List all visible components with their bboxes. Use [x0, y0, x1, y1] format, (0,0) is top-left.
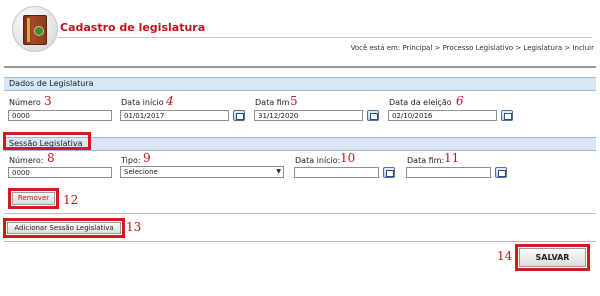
- calendar-icon[interactable]: [233, 110, 245, 121]
- salvar-button[interactable]: SALVAR: [519, 248, 586, 267]
- callout-12: 12: [63, 193, 79, 207]
- legislation-book-icon: [23, 15, 47, 45]
- calendar-icon[interactable]: [501, 110, 513, 121]
- callout-14: 14: [497, 249, 513, 263]
- calendar-icon[interactable]: [383, 167, 395, 178]
- section-divider: [4, 213, 596, 214]
- callout-8: 8: [47, 151, 55, 165]
- callout-13: 13: [126, 220, 142, 234]
- footer-divider: [4, 241, 596, 242]
- sessao-data-fim-input[interactable]: [406, 167, 491, 178]
- data-eleicao-label: Data da eleição: [389, 98, 452, 107]
- callout-5: 5: [290, 94, 298, 108]
- page-title: Cadastro de legislatura: [60, 21, 206, 34]
- numero-input[interactable]: 0000: [8, 110, 112, 121]
- top-divider: [4, 66, 596, 68]
- callout-11: 11: [444, 151, 460, 165]
- data-fim-label: Data fim: [255, 98, 290, 107]
- callout-10: 10: [340, 151, 356, 165]
- dropdown-arrow-icon: ▼: [276, 168, 281, 175]
- sessao-data-inicio-input[interactable]: [294, 167, 379, 178]
- adicionar-sessao-button[interactable]: Adicionar Sessão Legislativa: [7, 222, 121, 234]
- section-dados-legislatura: Dados de Legislatura: [4, 77, 596, 91]
- sessao-numero-label: Número:: [9, 156, 44, 165]
- sessao-data-inicio-label: Data início:: [295, 156, 341, 165]
- sessao-data-fim-label: Data fim:: [407, 156, 445, 165]
- remover-button[interactable]: Remover: [12, 192, 55, 205]
- tipo-label: Tipo:: [121, 156, 141, 165]
- sessao-numero-input[interactable]: 0000: [8, 167, 112, 178]
- tipo-select[interactable]: Selecione ▼: [120, 166, 284, 178]
- section-title: Dados de Legislatura: [9, 79, 94, 88]
- breadcrumb: Você está em: Principal > Processo Legis…: [350, 44, 594, 52]
- data-eleicao-input[interactable]: 02/10/2016: [388, 110, 497, 121]
- data-fim-input[interactable]: 31/12/2020: [254, 110, 363, 121]
- calendar-icon[interactable]: [495, 167, 507, 178]
- highlight-box-sessao: [3, 132, 91, 150]
- callout-3: 3: [44, 94, 52, 108]
- tipo-select-value: Selecione: [124, 168, 158, 176]
- section-sessao-legislativa: Sessão Legislativa: [4, 137, 596, 151]
- numero-label: Número: [9, 98, 41, 107]
- app-logo: [12, 6, 58, 52]
- header-divider: [58, 37, 592, 38]
- callout-4: 4: [166, 94, 174, 108]
- callout-9: 9: [143, 151, 151, 165]
- data-inicio-label: Data início: [121, 98, 164, 107]
- calendar-icon[interactable]: [367, 110, 379, 121]
- data-inicio-input[interactable]: 01/01/2017: [120, 110, 229, 121]
- callout-6: 6: [456, 94, 464, 108]
- page-header: Cadastro de legislatura Você está em: Pr…: [0, 0, 600, 58]
